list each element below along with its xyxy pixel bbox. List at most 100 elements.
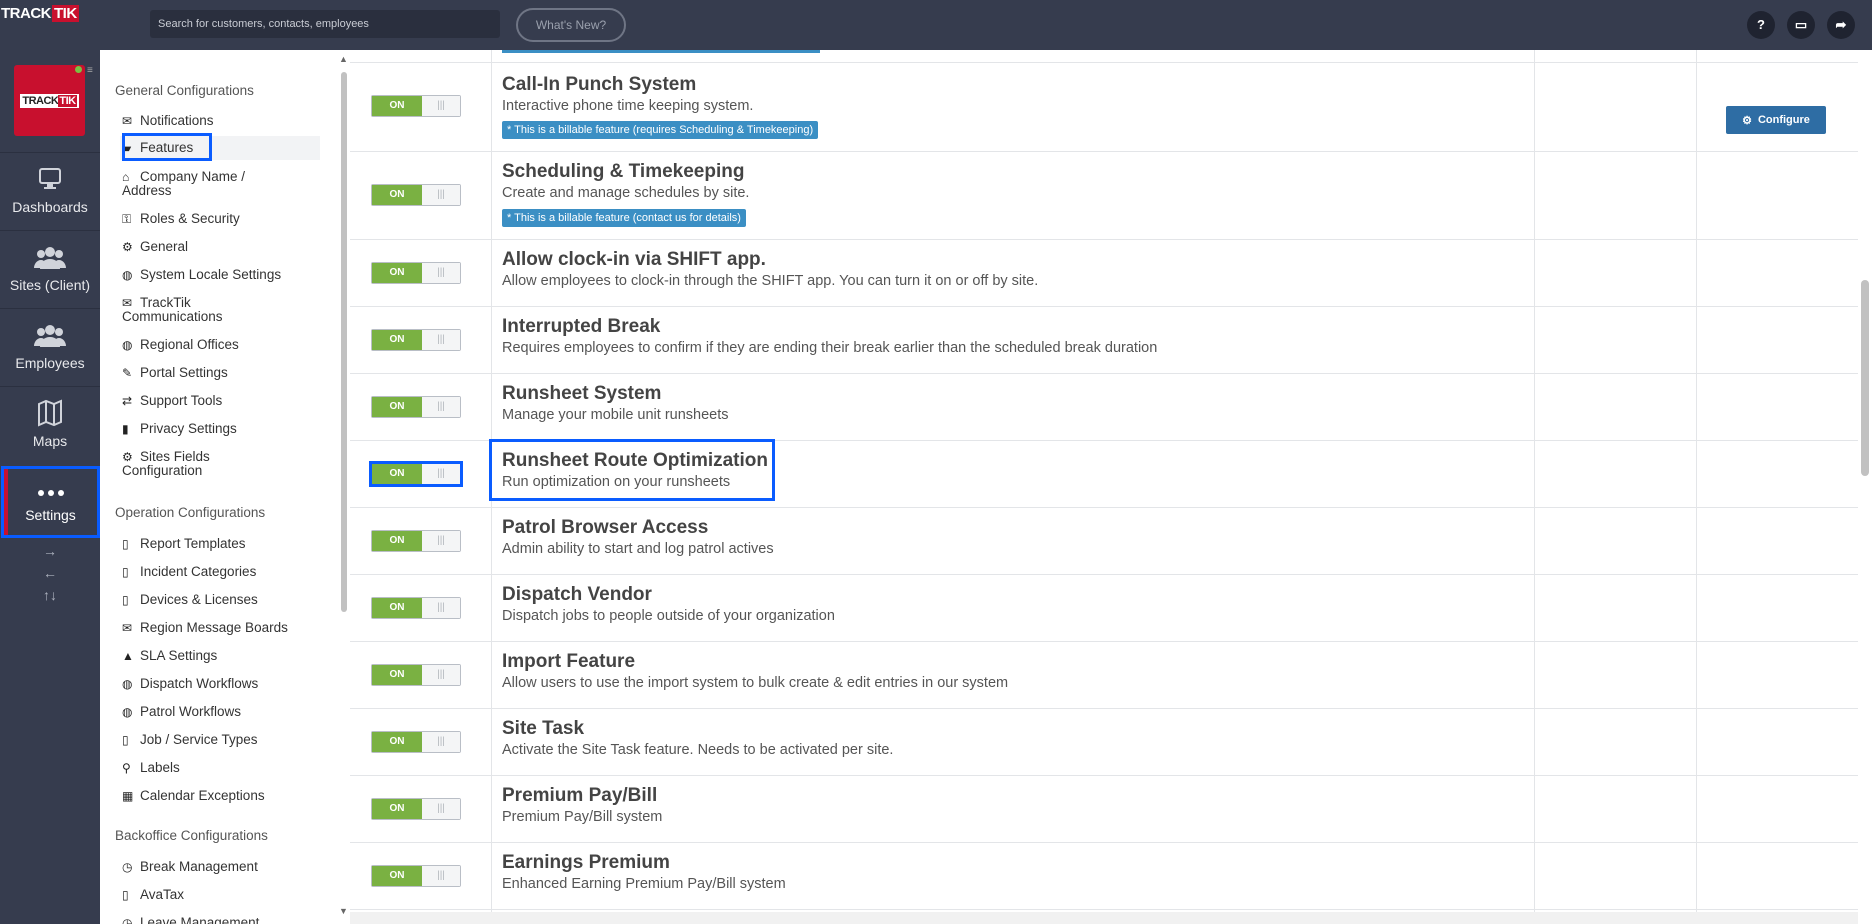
wrench-icon: ✎	[122, 366, 133, 380]
main-scrollbar[interactable]	[1858, 50, 1872, 924]
scroll-up-arrow[interactable]: ▲	[339, 54, 348, 64]
nav-settings[interactable]: Settings	[1, 466, 100, 538]
menu-region-label: Region Message Boards	[140, 620, 288, 635]
menu-dispatch-label: Dispatch Workflows	[140, 676, 259, 691]
toggle-on-label: ON	[372, 397, 422, 417]
arrow-sort-icon[interactable]: ↑↓	[0, 584, 100, 606]
file-icon: ▯	[122, 733, 129, 747]
menu-avatax[interactable]: ▯ AvaTax	[122, 888, 317, 903]
billable-strip	[502, 50, 820, 53]
menu-tracktik-communications[interactable]: ✉ TrackTik Communications	[122, 296, 317, 324]
menu-scroll-thumb[interactable]	[341, 72, 347, 612]
menu-patrol-workflows[interactable]: ◍ Patrol Workflows	[122, 705, 317, 720]
menu-general-label: General	[140, 239, 189, 254]
nav-maps[interactable]: Maps	[0, 386, 100, 468]
feature-toggle[interactable]: ON |||	[371, 798, 461, 820]
feature-description: Allow employees to clock-in through the …	[502, 273, 1039, 289]
toggle-on-label: ON	[372, 263, 422, 283]
main-scroll-thumb[interactable]	[1861, 280, 1869, 476]
menu-break-management[interactable]: ◷ Break Management	[122, 860, 317, 875]
feature-row: ON ||| Patrol Browser Access Admin abilit…	[350, 508, 1858, 575]
feature-title: Import Feature	[502, 651, 636, 672]
menu-sites-fields[interactable]: ⚙ Sites Fields Configuration	[122, 450, 317, 478]
home-icon: ⌂	[122, 170, 130, 184]
menu-company-name[interactable]: ⌂ Company Name / Address	[122, 170, 317, 198]
menu-regional-offices[interactable]: ◍ Regional Offices	[122, 338, 317, 353]
feature-title: Allow clock-in via SHIFT app.	[502, 249, 766, 270]
logo-text-a: TRACK	[1, 4, 52, 22]
menu-system-locale[interactable]: ◍ System Locale Settings	[122, 267, 317, 283]
feature-row: ON ||| Runsheet System Manage your mobile…	[350, 374, 1858, 441]
menu-portal-settings[interactable]: ✎ Portal Settings	[122, 366, 317, 381]
menu-job-label: Job / Service Types	[140, 732, 258, 747]
feature-toggle[interactable]: ON |||	[371, 184, 461, 206]
feature-description: Enhanced Earning Premium Pay/Bill system	[502, 876, 786, 892]
menu-privacy-label: Privacy Settings	[140, 421, 237, 436]
menu-sla-settings[interactable]: ▲ SLA Settings	[122, 649, 317, 664]
toggle-off-label: |||	[422, 330, 460, 350]
menu-report-templates[interactable]: ▯ Report Templates	[122, 537, 317, 552]
nav-dashboards[interactable]: Dashboards	[0, 152, 100, 230]
users-icon	[34, 325, 66, 347]
nav-sites[interactable]: Sites (Client)	[0, 230, 100, 308]
globe-icon: ◍	[122, 677, 133, 691]
menu-incident-categories[interactable]: ▯ Incident Categories	[122, 565, 317, 580]
arrow-left-icon[interactable]: ←	[0, 562, 100, 584]
features-table: ON ||| Call-In Punch System Interactive p…	[350, 50, 1858, 912]
map-icon	[38, 399, 62, 427]
menu-notifications[interactable]: ✉ Notifications	[122, 114, 317, 129]
menu-grip-icon[interactable]: ≡	[87, 66, 97, 76]
feature-toggle[interactable]: ON |||	[371, 396, 461, 418]
feature-toggle[interactable]: ON |||	[371, 597, 461, 619]
toggle-on-label: ON	[372, 665, 422, 685]
help-icon[interactable]: ?	[1747, 11, 1775, 39]
menu-general[interactable]: ⚙ General	[122, 239, 317, 255]
gear-icon: ⚙	[122, 450, 133, 464]
share-icon[interactable]: ➦	[1827, 11, 1855, 39]
feature-row: ON ||| Dispatch Vendor Dispatch jobs to p…	[350, 575, 1858, 642]
menu-locale-label: System Locale Settings	[140, 267, 282, 282]
arrow-right-icon[interactable]: →	[0, 540, 100, 562]
tracktik-logo[interactable]: TRACK TIK	[0, 4, 79, 22]
configure-button[interactable]: ⚙ Configure	[1726, 106, 1826, 134]
key-icon: ⚿	[122, 212, 132, 226]
feature-toggle[interactable]: ON |||	[371, 731, 461, 753]
feature-toggle[interactable]: ON |||	[371, 865, 461, 887]
horizontal-scrollbar[interactable]	[350, 912, 1858, 924]
feature-description: Activate the Site Task feature. Needs to…	[502, 742, 894, 758]
menu-region-message-boards[interactable]: ✉ Region Message Boards	[122, 620, 317, 636]
nav-employees[interactable]: Employees	[0, 308, 100, 386]
menu-labels[interactable]: ⚲ Labels	[122, 761, 317, 776]
menu-roles-security[interactable]: ⚿ Roles & Security	[122, 212, 317, 227]
menu-calendar-exceptions[interactable]: ▦ Calendar Exceptions	[122, 789, 317, 804]
menu-job-service-types[interactable]: ▯ Job / Service Types	[122, 732, 317, 748]
lock-icon: ▮	[122, 422, 129, 436]
settings-menu: General Configurations ✉ Notifications ▰ F…	[100, 50, 338, 924]
feature-toggle[interactable]: ON |||	[371, 664, 461, 686]
menu-scrollbar[interactable]: ▲ ▼	[338, 50, 350, 924]
menu-privacy-settings[interactable]: ▮ Privacy Settings	[122, 421, 317, 437]
feature-toggle[interactable]: ON |||	[371, 262, 461, 284]
globe-icon: ◍	[122, 268, 133, 282]
feature-toggle[interactable]: ON |||	[371, 95, 461, 117]
scroll-down-arrow[interactable]: ▼	[339, 906, 348, 916]
envelope-icon: ✉	[122, 621, 133, 635]
section-general: General Configurations	[115, 83, 254, 98]
feature-row: ON ||| Site Task Activate the Site Task f…	[350, 709, 1858, 776]
calendar-icon: ▦	[122, 789, 134, 803]
feature-row-highlighted: ON ||| Runsheet Route Optimization Run op…	[350, 439, 1858, 508]
nav-sites-label: Sites (Client)	[9, 277, 91, 293]
menu-devices-licenses[interactable]: ▯ Devices & Licenses	[122, 593, 317, 608]
toggle-off-label: |||	[422, 598, 460, 618]
nav-maps-label: Maps	[32, 433, 68, 449]
menu-leave-management[interactable]: ◷ Leave Management	[122, 916, 317, 924]
feature-toggle[interactable]: ON |||	[371, 329, 461, 351]
menu-dispatch-workflows[interactable]: ◍ Dispatch Workflows	[122, 676, 317, 692]
toggle-off-label: |||	[422, 665, 460, 685]
feature-toggle[interactable]: ON |||	[371, 530, 461, 552]
menu-support-tools[interactable]: ⇄ Support Tools	[122, 394, 317, 409]
monitor-icon[interactable]: ▭	[1787, 11, 1815, 39]
company-logo[interactable]: TRACKTIK	[14, 65, 85, 136]
whats-new-button[interactable]: What's New?	[516, 8, 626, 42]
global-search-input[interactable]: Search for customers, contacts, employee…	[150, 10, 500, 38]
